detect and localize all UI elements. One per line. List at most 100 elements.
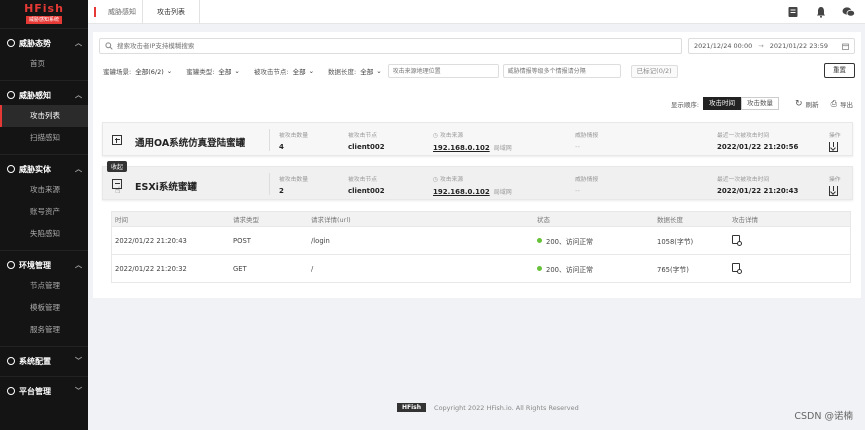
status-ok-icon	[537, 238, 542, 243]
threat-intel-input[interactable]	[502, 64, 621, 78]
search-input[interactable]	[117, 42, 681, 50]
nav-head-entity[interactable]: 威胁实体 ︿	[0, 159, 88, 179]
sidebar-item-attack-source[interactable]: 攻击来源	[0, 179, 88, 201]
table-header: 时间 请求类型 请求详情(url) 状态 数据长度 攻击详情	[111, 211, 851, 227]
nav-head-sysconfig[interactable]: 系统配置 ﹀	[0, 351, 88, 371]
attack-count-col: 被攻击数量 4	[279, 133, 308, 151]
sidebar-item-account-assets[interactable]: 账号资产	[0, 201, 88, 223]
table-row: 2022/01/22 21:20:43 POST /login 200、访问正常…	[111, 227, 851, 255]
chevron-down-icon: ⌄	[376, 67, 382, 75]
date-arrow: →	[758, 42, 764, 50]
entity-icon	[7, 165, 15, 173]
sidebar-item-compromise[interactable]: 失陷感知	[0, 223, 88, 245]
view-detail-icon[interactable]	[732, 263, 742, 274]
honeypot-name: 通用OA系统仿真登陆蜜罐	[135, 138, 246, 149]
refresh-button[interactable]: ↻ 刷新	[795, 99, 819, 109]
sidebar-item-template-mgmt[interactable]: 模板管理	[0, 297, 88, 319]
watermark: CSDN @诺楠	[794, 411, 853, 422]
nav-group-perception: 威胁感知 ︿ 攻击列表 扫描感知	[0, 80, 88, 154]
view-detail-icon[interactable]	[732, 235, 742, 246]
honeypot-type-select[interactable]: 全部 ⌄	[218, 66, 239, 76]
honeypot-card: 通用OA系统仿真登陆蜜罐 被攻击数量 4 被攻击节点 client002 ◷ 攻…	[102, 122, 853, 156]
sort-by-count-button[interactable]: 攻击数量	[741, 97, 780, 110]
bell-icon[interactable]	[814, 5, 827, 18]
nav-head-situation[interactable]: 威胁态势 ︿	[0, 33, 88, 53]
platform-icon	[7, 387, 15, 395]
download-icon[interactable]	[829, 142, 838, 152]
operation-col: 操作	[829, 130, 841, 152]
nav-group-platform: 平台管理 ﹀	[0, 376, 88, 406]
marked-filter-button[interactable]: 已标记(0/2)	[630, 64, 678, 78]
chevron-up-icon: ︿	[75, 91, 82, 99]
document-icon[interactable]	[786, 5, 799, 18]
download-icon[interactable]	[829, 186, 838, 196]
hand-cursor-icon: ☝	[115, 186, 121, 196]
filter-row: 蜜罐场景: 全部(6/2) ⌄ 蜜罐类型: 全部 ⌄ 被攻击节点: 全部 ⌄ 数据长度…	[103, 63, 855, 78]
logo-brand: HFish	[24, 2, 64, 15]
threat-intel-col: 威胁情报 --	[575, 133, 599, 151]
export-icon: ⎙	[830, 98, 837, 108]
attacked-node-col: 被攻击节点 client002	[348, 133, 385, 151]
source-location-input[interactable]	[387, 64, 499, 78]
nav-group-situation: 威胁态势 ︿ 首页	[0, 28, 88, 80]
breadcrumb-threat-perception[interactable]: 威胁感知	[102, 7, 142, 17]
sidebar-item-scan-perception[interactable]: 扫描感知	[0, 127, 88, 149]
nav-head-perception[interactable]: 威胁感知 ︿	[0, 85, 88, 105]
reset-button[interactable]: 重置	[824, 63, 855, 78]
date-range-picker[interactable]: 2021/12/24 00:00 → 2021/01/22 23:59	[688, 38, 855, 54]
chevron-down-icon: ⌄	[308, 67, 315, 75]
status-ok-icon	[537, 266, 542, 271]
clock-icon: ◷	[433, 133, 440, 139]
honeypot-type-label: 蜜罐类型:	[186, 68, 215, 76]
source-ip-link[interactable]: 192.168.0.102	[433, 188, 490, 196]
last-attack-col: 最近一次被攻击时间 2022/01/22 21:20:43	[717, 177, 799, 195]
attack-detail-table: 时间 请求类型 请求详情(url) 状态 数据长度 攻击详情 2022/01/2…	[111, 211, 851, 283]
sort-label: 显示顺序:	[670, 100, 700, 109]
tab-marker	[94, 6, 96, 17]
sidebar-item-service-mgmt[interactable]: 服务管理	[0, 319, 88, 341]
honeypot-scene-label: 蜜罐场景:	[103, 68, 132, 76]
data-length-select[interactable]: 全部 ⌄	[360, 66, 381, 76]
top-icons	[786, 5, 855, 18]
collapse-tooltip: 收起	[107, 161, 128, 172]
nav-group-entity: 威胁实体 ︿ 攻击来源 账号资产 失陷感知	[0, 154, 88, 250]
footer: HFish Copyright 2022 HFish.io. All Right…	[397, 403, 579, 412]
chat-icon[interactable]	[842, 5, 855, 18]
sidebar-item-home[interactable]: 首页	[0, 53, 88, 75]
logo-subtitle: 威胁感知系统	[25, 16, 62, 24]
search-icon	[105, 42, 113, 50]
attacked-node-label: 被攻击节点:	[253, 68, 289, 76]
gear-icon	[7, 357, 15, 365]
chevron-down-icon: ﹀	[75, 387, 82, 395]
sort-by-time-button[interactable]: 攻击时间	[703, 97, 742, 110]
date-to: 2021/01/22 23:59	[769, 42, 828, 50]
calendar-icon	[842, 43, 849, 50]
nav-head-platform[interactable]: 平台管理 ﹀	[0, 381, 88, 401]
topbar: 威胁感知 攻击列表	[88, 0, 865, 24]
expand-icon[interactable]	[112, 135, 122, 145]
chevron-up-icon: ︿	[75, 39, 82, 47]
attack-source-col: ◷ 攻击来源 192.168.0.102 局域网	[433, 177, 512, 196]
sidebar: HFish 威胁感知系统 威胁态势 ︿ 首页 威胁感知 ︿ 攻击列表 扫描感知 威胁…	[0, 0, 88, 430]
sidebar-item-attack-list[interactable]: 攻击列表	[0, 105, 88, 127]
export-button[interactable]: ⎙ 导出	[831, 99, 853, 109]
date-from: 2021/12/24 00:00	[694, 42, 753, 50]
attacked-node-select[interactable]: 全部 ⌄	[293, 66, 314, 76]
last-attack-col: 最近一次被攻击时间 2022/01/22 21:20:56	[717, 133, 799, 151]
nav-head-env[interactable]: 环境管理 ︿	[0, 255, 88, 275]
divider	[269, 173, 270, 195]
sidebar-item-node-mgmt[interactable]: 节点管理	[0, 275, 88, 297]
chevron-up-icon: ︿	[75, 261, 82, 269]
source-ip-link[interactable]: 192.168.0.102	[433, 144, 490, 152]
eye-icon	[7, 91, 15, 99]
chevron-down-icon: ⌄	[166, 67, 173, 75]
honeypot-scene-select[interactable]: 全部(6/2) ⌄	[135, 66, 172, 76]
tab-attack-list[interactable]: 攻击列表	[142, 0, 200, 24]
refresh-icon: ↻	[795, 98, 803, 109]
logo: HFish 威胁感知系统	[0, 0, 88, 28]
threat-intel-col: 威胁情报 --	[575, 177, 599, 195]
operation-col: 操作	[829, 174, 841, 196]
chevron-down-icon: ⌄	[234, 67, 240, 75]
search-row: 2021/12/24 00:00 → 2021/01/22 23:59	[99, 38, 855, 54]
sort-row: 显示顺序: 攻击时间 攻击数量 ↻ 刷新 ⎙ 导出	[671, 97, 853, 110]
